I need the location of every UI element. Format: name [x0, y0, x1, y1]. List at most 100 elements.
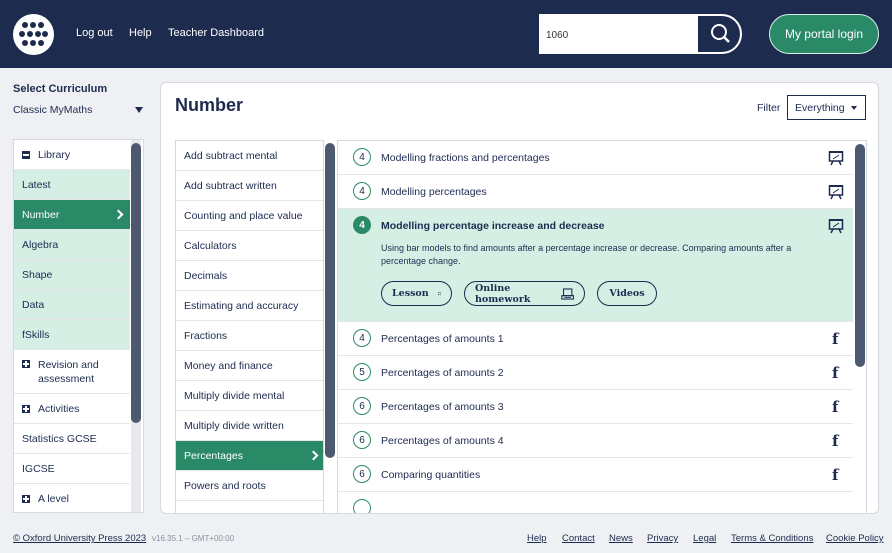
search-button[interactable] — [698, 16, 740, 52]
footer-help-link[interactable]: Help — [527, 533, 547, 544]
caret-down-icon — [851, 106, 857, 110]
footer-terms-link[interactable]: Terms & Conditions — [731, 533, 813, 544]
level-badge: 6 — [353, 397, 371, 415]
sidebar-item-igcse[interactable]: IGCSE — [14, 454, 130, 484]
level-badge: 4 — [353, 182, 371, 200]
f-icon[interactable]: f — [832, 466, 838, 484]
sidebar-item-number[interactable]: Number — [14, 200, 130, 230]
sidebar-scroll-thumb[interactable] — [131, 143, 141, 423]
lesson-scroll-thumb[interactable] — [855, 144, 865, 367]
lesson-title: Percentages of amounts 1 — [381, 333, 504, 345]
lesson-row-expanded[interactable]: 4 Modelling percentage increase and decr… — [338, 209, 853, 322]
lesson-row[interactable]: 6 Percentages of amounts 3 f — [338, 390, 853, 424]
lesson-row[interactable]: 4 Modelling fractions and percentages — [338, 141, 853, 175]
presentation-icon[interactable] — [828, 184, 844, 200]
sidebar-item-algebra[interactable]: Algebra — [14, 230, 130, 260]
f-icon[interactable]: f — [832, 398, 838, 416]
minus-icon — [22, 150, 30, 159]
sidebar-item-latest[interactable]: Latest — [14, 170, 130, 200]
chevron-right-icon — [308, 450, 319, 461]
lesson-row[interactable]: 6 Percentages of amounts 4 f — [338, 424, 853, 458]
search-icon — [711, 24, 730, 43]
lesson-row[interactable]: 6 Comparing quantities f — [338, 458, 853, 492]
footer-news-link[interactable]: News — [609, 533, 633, 544]
copyright-link[interactable]: © Oxford University Press 2023 — [13, 533, 146, 544]
chevron-right-icon — [113, 209, 124, 220]
lesson-description: Using bar models to find amounts after a… — [381, 243, 792, 266]
topic-item[interactable]: Decimals — [176, 261, 323, 291]
footer-legal-link[interactable]: Legal — [693, 533, 716, 544]
videos-button[interactable]: Videos — [597, 281, 657, 306]
level-badge — [353, 499, 371, 513]
footer-privacy-link[interactable]: Privacy — [647, 533, 678, 544]
topic-list: Add subtract mental Add subtract written… — [175, 140, 324, 513]
plus-icon — [22, 404, 30, 413]
lesson-row[interactable]: 4 Percentages of amounts 1 f — [338, 322, 853, 356]
lesson-button[interactable]: Lesson — [381, 281, 452, 306]
lesson-row[interactable]: 4 Modelling percentages — [338, 175, 853, 209]
laptop-icon — [560, 287, 574, 300]
topic-item[interactable]: Money and finance — [176, 351, 323, 381]
level-badge: 6 — [353, 431, 371, 449]
topic-item[interactable]: Add subtract written — [176, 171, 323, 201]
topic-item[interactable]: Multiply divide written — [176, 411, 323, 441]
lesson-row[interactable]: 5 Percentages of amounts 2 f — [338, 356, 853, 390]
lesson-row-partial[interactable] — [338, 492, 853, 513]
filter-label: Filter — [757, 102, 781, 114]
curriculum-select[interactable]: Classic MyMaths — [13, 104, 145, 118]
plus-icon — [22, 494, 30, 503]
version-text: v16.35.1 – GMT+00:00 — [152, 534, 235, 543]
level-badge: 4 — [353, 148, 371, 166]
logout-link[interactable]: Log out — [76, 27, 113, 39]
f-icon[interactable]: f — [832, 432, 838, 450]
sidebar-item-library[interactable]: Library — [14, 140, 130, 170]
sidebar-item-a-level[interactable]: A level — [14, 484, 130, 512]
topic-scroll-thumb[interactable] — [325, 143, 335, 458]
presentation-icon[interactable] — [828, 150, 844, 166]
lesson-title: Percentages of amounts 2 — [381, 367, 504, 379]
curriculum-heading: Select Curriculum — [13, 83, 108, 95]
lesson-title: Percentages of amounts 3 — [381, 401, 504, 413]
level-badge: 5 — [353, 363, 371, 381]
plus-icon — [22, 360, 30, 368]
topic-item[interactable]: Fractions — [176, 321, 323, 351]
topic-item[interactable]: Estimating and accuracy — [176, 291, 323, 321]
sidebar-item-activities[interactable]: Activities — [14, 394, 130, 424]
teacher-dashboard-link[interactable]: Teacher Dashboard — [168, 27, 264, 39]
search-input[interactable] — [546, 25, 696, 45]
lesson-title: Comparing quantities — [381, 469, 481, 481]
help-link[interactable]: Help — [129, 27, 152, 39]
lesson-title: Modelling percentage increase and decrea… — [381, 220, 605, 232]
topic-item[interactable]: Multiply divide mental — [176, 381, 323, 411]
library-nav: Library Latest Number Algebra Shape Data… — [13, 139, 144, 513]
filter-value: Everything — [795, 101, 845, 114]
lesson-title: Percentages of amounts 4 — [381, 435, 504, 447]
sidebar-item-revision[interactable]: Revision and assessment — [14, 350, 130, 394]
sidebar-item-shape[interactable]: Shape — [14, 260, 130, 290]
search-box — [539, 14, 742, 54]
portal-login-button[interactable]: My portal login — [769, 14, 879, 54]
sidebar-item-fskills[interactable]: fSkills — [14, 320, 130, 350]
lesson-title: Modelling fractions and percentages — [381, 152, 550, 164]
filter-select[interactable]: Everything — [787, 95, 866, 120]
presentation-icon[interactable] — [828, 218, 844, 234]
mymaths-logo[interactable] — [13, 14, 54, 55]
topic-item[interactable]: Add subtract mental — [176, 141, 323, 171]
online-homework-button[interactable]: Online homework — [464, 281, 585, 306]
footer-cookie-link[interactable]: Cookie Policy — [826, 533, 884, 544]
f-icon[interactable]: f — [832, 364, 838, 382]
lesson-title: Modelling percentages — [381, 186, 487, 198]
sidebar-item-statistics-gcse[interactable]: Statistics GCSE — [14, 424, 130, 454]
page-title: Number — [175, 95, 244, 115]
sidebar-item-data[interactable]: Data — [14, 290, 130, 320]
topic-item[interactable]: Powers and roots — [176, 471, 323, 501]
top-header: Log out Help Teacher Dashboard My portal… — [0, 0, 892, 68]
presentation-icon — [437, 292, 441, 296]
topic-item-active[interactable]: Percentages — [176, 441, 323, 471]
f-icon[interactable]: f — [832, 330, 838, 348]
topic-item[interactable]: Counting and place value — [176, 201, 323, 231]
topic-item[interactable]: Calculators — [176, 231, 323, 261]
curriculum-value: Classic MyMaths — [13, 104, 93, 116]
level-badge: 6 — [353, 465, 371, 483]
footer-contact-link[interactable]: Contact — [562, 533, 595, 544]
